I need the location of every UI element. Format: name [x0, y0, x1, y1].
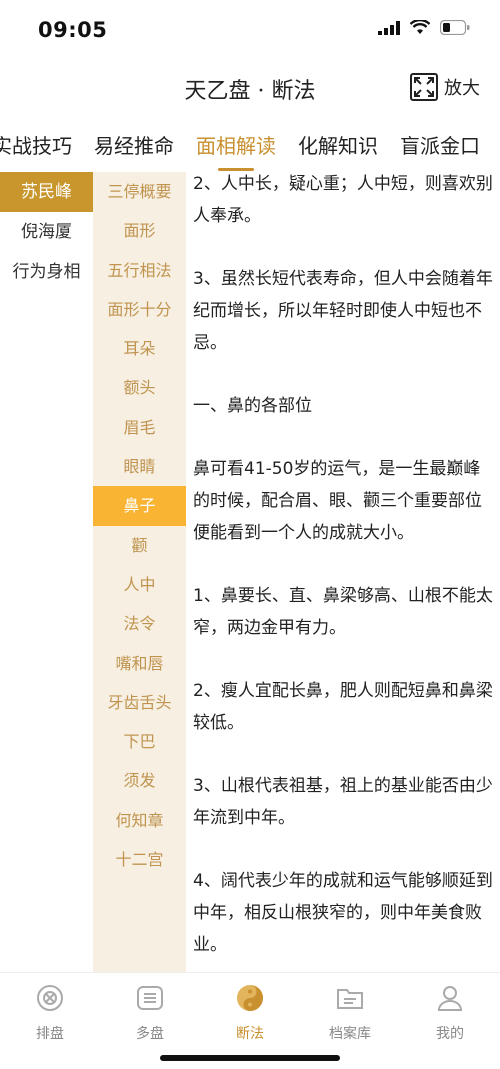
- topic-item[interactable]: 三停概要: [93, 172, 186, 211]
- wifi-icon: [410, 20, 430, 34]
- topic-item[interactable]: 人中: [93, 565, 186, 604]
- content-paragraph: 3、山根代表祖基，祖上的基业能否由少年流到中年。: [193, 776, 493, 828]
- topic-item[interactable]: 法令: [93, 604, 186, 643]
- bottom-nav: 排盘 多盘 断法 档案库 我的: [0, 972, 500, 1069]
- topic-item[interactable]: 下巴: [93, 722, 186, 761]
- nav-mine[interactable]: 我的: [400, 983, 500, 1043]
- topic-item-selected[interactable]: 鼻子: [93, 486, 186, 526]
- tab-mangpai[interactable]: 盲派金口: [400, 130, 480, 159]
- topic-item[interactable]: 五行相法: [93, 251, 186, 290]
- topic-list: 三停概要 面形 五行相法 面形十分 耳朵 额头 眉毛 眼睛 鼻子 颧 人中 法令…: [93, 172, 186, 972]
- topic-item[interactable]: 眼睛: [93, 447, 186, 486]
- article-content[interactable]: 2、人中长，疑心重；人中短，则喜欢别人奉承。 3、虽然长短代表寿命，但人中会随着…: [193, 172, 495, 972]
- author-item-sumingfeng[interactable]: 苏民峰: [0, 172, 93, 212]
- nav-duanfa[interactable]: 断法: [200, 983, 300, 1043]
- compass-icon: [37, 985, 63, 1011]
- yinyang-icon: [237, 985, 263, 1011]
- expand-label: 放大: [444, 78, 480, 99]
- nav-label: 多盘: [136, 1026, 164, 1042]
- signal-icon: [378, 20, 400, 35]
- content-paragraph: 3、虽然长短代表寿命，但人中会随着年纪而增长，所以年轻时即使人中短也不忌。: [193, 269, 493, 353]
- topic-item[interactable]: 额头: [93, 368, 186, 407]
- expand-button[interactable]: 放大: [410, 73, 480, 101]
- topic-item[interactable]: 面形十分: [93, 290, 186, 329]
- topic-item[interactable]: 颧: [93, 526, 186, 565]
- nav-dangan[interactable]: 档案库: [300, 983, 400, 1043]
- category-tabs: 实战技巧 易经推命 面相解读 化解知识 盲派金口: [0, 120, 500, 172]
- content-paragraph: 2、人中长，疑心重；人中短，则喜欢别人奉承。: [193, 174, 493, 226]
- content-paragraph: 1、鼻要长、直、鼻梁够高、山根不能太窄，两边金甲有力。: [193, 586, 493, 638]
- tab-yijing[interactable]: 易经推命: [94, 130, 174, 159]
- topic-item[interactable]: 眉毛: [93, 408, 186, 447]
- nav-paipan[interactable]: 排盘: [0, 983, 100, 1043]
- page-header: 天乙盘 · 断法 放大: [0, 60, 500, 118]
- status-icons: [378, 20, 470, 35]
- nav-duopan[interactable]: 多盘: [100, 983, 200, 1043]
- topic-item[interactable]: 牙齿舌头: [93, 683, 186, 722]
- content-paragraph: 鼻可看41-50岁的运气，是一生最巅峰的时候，配合眉、眼、颧三个重要部位便能看到…: [193, 459, 482, 543]
- expand-icon: [410, 73, 438, 101]
- nav-label: 档案库: [329, 1026, 371, 1042]
- tab-shizhan[interactable]: 实战技巧: [0, 130, 72, 159]
- content-paragraph: 4、阔代表少年的成就和运气能够顺延到中年，相反山根狭窄的，则中年美食败业。: [193, 871, 493, 955]
- topic-item[interactable]: 何知章: [93, 801, 186, 840]
- folder-icon: [337, 989, 363, 1009]
- topic-item[interactable]: 十二宫: [93, 840, 186, 879]
- battery-icon: [440, 20, 470, 35]
- status-bar: 09:05: [0, 0, 500, 60]
- status-time: 09:05: [38, 18, 108, 42]
- topic-item[interactable]: 嘴和唇: [93, 644, 186, 683]
- tab-mianxiang[interactable]: 面相解读: [196, 130, 276, 171]
- nav-label: 断法: [236, 1026, 264, 1042]
- content-paragraph: 2、瘦人宜配长鼻，肥人则配短鼻和鼻梁较低。: [193, 681, 493, 733]
- topic-item[interactable]: 须发: [93, 761, 186, 800]
- user-icon: [437, 986, 463, 1011]
- topic-item[interactable]: 面形: [93, 211, 186, 250]
- content-heading: 一、鼻的各部位: [193, 396, 312, 416]
- nav-label: 我的: [436, 1026, 464, 1042]
- stack-icon: [137, 986, 163, 1010]
- author-item-nihaixia[interactable]: 倪海厦: [0, 212, 93, 252]
- tab-huajie[interactable]: 化解知识: [298, 130, 378, 159]
- topic-item[interactable]: 耳朵: [93, 329, 186, 368]
- author-list: 苏民峰 倪海厦 行为身相: [0, 172, 93, 972]
- nav-label: 排盘: [36, 1026, 64, 1042]
- home-indicator: [160, 1055, 340, 1061]
- author-item-xingwei[interactable]: 行为身相: [0, 252, 93, 292]
